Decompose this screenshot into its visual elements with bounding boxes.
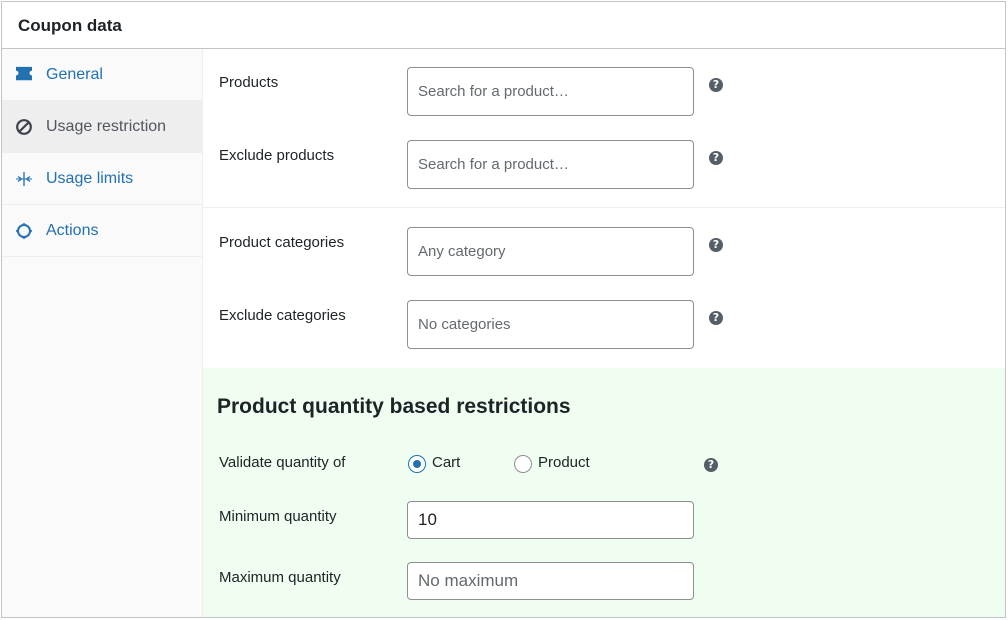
validate-cart-radio[interactable] (408, 455, 426, 473)
products-help-icon[interactable]: ? (709, 78, 723, 92)
tab-usage-limits[interactable]: Usage limits (2, 153, 202, 205)
minimum-quantity-input[interactable]: 10 (407, 501, 694, 539)
exclude-products-search-placeholder: Search for a product… (418, 156, 569, 173)
exclude-products-label: Exclude products (219, 147, 335, 164)
minimum-quantity-value: 10 (418, 510, 437, 529)
minimum-quantity-label: Minimum quantity (219, 508, 337, 525)
exclude-categories-select[interactable]: No categories (407, 300, 694, 349)
products-search-placeholder: Search for a product… (418, 83, 569, 100)
coupon-tabs-sidebar: General Usage restriction Usage limits A… (2, 49, 203, 617)
exclude-categories-help-icon[interactable]: ? (709, 311, 723, 325)
exclude-categories-placeholder: No categories (418, 316, 511, 333)
tab-general[interactable]: General (2, 49, 202, 101)
arrows-in-icon (15, 170, 33, 188)
maximum-quantity-label: Maximum quantity (219, 569, 341, 586)
maximum-quantity-input[interactable]: No maximum (407, 562, 694, 600)
exclude-products-help-icon[interactable]: ? (709, 151, 723, 165)
product-categories-label: Product categories (219, 234, 345, 251)
tab-usage-limits-label: Usage limits (46, 170, 134, 187)
product-categories-help-icon[interactable]: ? (709, 238, 723, 252)
products-label: Products (219, 74, 279, 91)
validate-quantity-help-icon[interactable]: ? (704, 458, 718, 472)
product-categories-placeholder: Any category (418, 243, 506, 260)
prohibited-icon (15, 118, 33, 136)
quantity-restrictions-title: Product quantity based restrictions (217, 395, 571, 418)
options-group-divider (203, 207, 1005, 208)
panel-title: Coupon data (18, 16, 122, 35)
tab-actions[interactable]: Actions (2, 205, 202, 257)
quantity-restrictions-section: Product quantity based restrictions Vali… (203, 368, 1005, 617)
coupon-data-panel: Coupon data General Usage restriction Us… (1, 1, 1006, 618)
maximum-quantity-placeholder: No maximum (418, 571, 519, 590)
tab-general-label: General (46, 66, 103, 83)
products-search-input[interactable]: Search for a product… (407, 67, 694, 116)
panel-header: Coupon data (2, 2, 1005, 49)
tab-usage-restriction-label: Usage restriction (46, 118, 167, 135)
product-categories-select[interactable]: Any category (407, 227, 694, 276)
validate-cart-label[interactable]: Cart (432, 454, 460, 471)
validate-product-label[interactable]: Product (538, 454, 590, 471)
validate-product-radio[interactable] (514, 455, 532, 473)
ticket-icon (15, 66, 33, 84)
gear-icon (15, 222, 33, 240)
usage-restriction-content: Products Search for a product… ? Exclude… (203, 49, 1005, 617)
exclude-categories-label: Exclude categories (219, 307, 346, 324)
exclude-products-search-input[interactable]: Search for a product… (407, 140, 694, 189)
tab-actions-label: Actions (46, 222, 99, 239)
validate-quantity-label: Validate quantity of (219, 454, 346, 471)
tab-usage-restriction[interactable]: Usage restriction (2, 101, 202, 153)
